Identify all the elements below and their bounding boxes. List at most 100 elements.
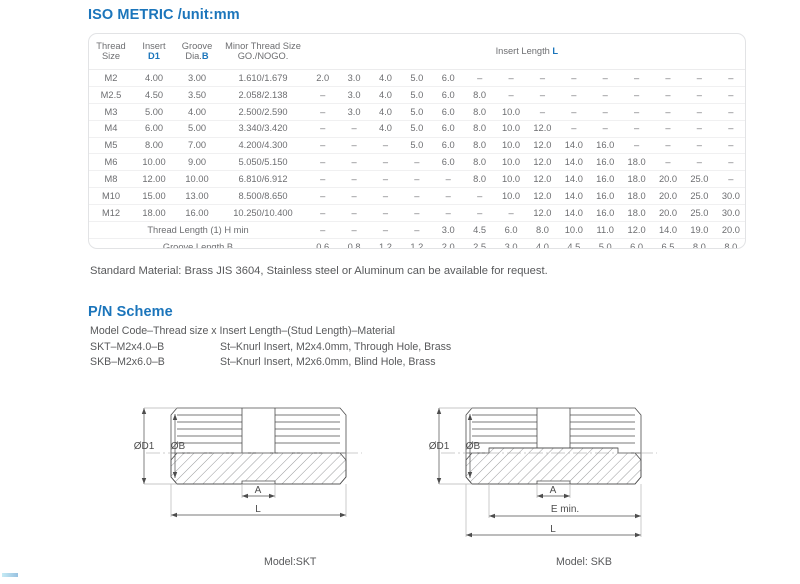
- header-row: Thread Size Insert D1 Groove Dia.B Minor…: [89, 34, 745, 70]
- cell-insert-length-11: –: [620, 86, 653, 104]
- dimension-label-ob: ØB: [171, 441, 186, 452]
- technical-drawing-skt: ØD1 ØB A L: [134, 407, 362, 518]
- cell-groove-dia-b: 7.00: [175, 137, 219, 155]
- cell-groove-dia-b: 3.50: [175, 86, 219, 104]
- standard-material-note: Standard Material: Brass JIS 3604, Stain…: [90, 265, 548, 277]
- summary-row-label: Groove Length B: [162, 241, 234, 249]
- col-header-minor-thread-size: Minor Thread Size GO./NOGO.: [219, 34, 307, 70]
- table-row: M2.5 4.50 3.50 2.058/2.138–3.0 4.0 5.0 6.0 8.0–…: [89, 86, 745, 104]
- summary-cell-2: 0.8: [347, 241, 361, 249]
- cell-insert-length-9: –: [558, 120, 590, 138]
- cell-insert-length-4: 5.0: [401, 69, 433, 87]
- cell-groove-dia-b: 10.00: [175, 170, 219, 189]
- cell-insert-length-8: 12.0: [526, 153, 559, 172]
- page-title-iso-metric: ISO METRIC /unit:mm: [88, 7, 240, 23]
- cell-insert-length-3: 4.0: [369, 103, 402, 121]
- header-line-2a: Dia.: [185, 51, 202, 61]
- spec-table-body: M2 4.00 3.00 1.610/1.679 2.0 3.0 4.0 5.0 6.0– – – –…: [89, 69, 745, 249]
- cell-insert-length-5: 6.0: [432, 69, 464, 87]
- cell-insert-length-14: –: [715, 103, 745, 121]
- cell-insert-length-13: –: [683, 137, 716, 155]
- cell-insert-length-6: 8.0: [463, 170, 496, 189]
- cell-insert-length-11: 18.0: [620, 153, 653, 172]
- cell-insert-length-7: 10.0: [495, 170, 527, 189]
- cell-insert-length-5: 6.0: [432, 137, 464, 155]
- cell-insert-d1: 12.00: [133, 170, 175, 189]
- cell-insert-length-14: –: [715, 153, 745, 172]
- cell-insert-d1: 4.00: [133, 69, 175, 87]
- cell-thread-size: M2.5: [89, 86, 133, 104]
- cell-insert-length-2: 3.0: [338, 86, 370, 104]
- summary-cell-12: 6.5: [661, 241, 675, 249]
- cell-insert-length-4: 5.0: [401, 103, 433, 121]
- cell-insert-length-3: –: [369, 137, 402, 155]
- cell-insert-length-13: 25.0: [683, 204, 716, 223]
- cell-insert-length-13: –: [683, 69, 716, 87]
- cell-minor-thread-size: 1.610/1.679: [219, 69, 307, 87]
- table-row: M6 10.00 9.00 5.050/5.150– – – –6.0 8.0 10.0 12.0…: [89, 153, 745, 172]
- model-label-skb: Model: SKB: [556, 556, 612, 568]
- dimension-label-ob: ØB: [466, 441, 481, 452]
- cell-insert-length-3: –: [369, 187, 402, 206]
- cell-insert-length-14: 30.0: [715, 204, 745, 223]
- cell-thread-size: M3: [89, 103, 133, 121]
- cell-insert-length-4: –: [401, 187, 433, 206]
- cell-insert-length-3: 4.0: [369, 86, 402, 104]
- cell-insert-length-5: –: [432, 187, 464, 206]
- cell-insert-length-9: 14.0: [558, 170, 590, 189]
- cell-minor-thread-size: 2.500/2.590: [219, 103, 307, 121]
- header-line-1: Thread: [96, 40, 126, 51]
- summary-cell-5: 3.0: [432, 221, 464, 239]
- cell-insert-length-13: –: [683, 103, 716, 121]
- summary-cell-8: 8.0: [526, 221, 559, 239]
- cell-insert-length-2: –: [338, 153, 370, 172]
- cell-thread-size: M10: [89, 187, 133, 206]
- cell-insert-length-1: –: [307, 204, 339, 223]
- cell-insert-length-9: 14.0: [558, 204, 590, 223]
- dimension-label-e-min: E min.: [551, 504, 579, 515]
- cell-insert-length-12: –: [652, 103, 684, 121]
- cell-insert-d1: 10.00: [133, 153, 175, 172]
- summary-cell-10: 11.0: [589, 221, 621, 239]
- cell-insert-length-1: –: [307, 187, 339, 206]
- table-summary-row: Thread Length (1) H min – – – –3.0 4.5 6.0 8.0 1…: [89, 221, 745, 239]
- cell-insert-length-9: 14.0: [558, 153, 590, 172]
- cell-groove-dia-b: 16.00: [175, 204, 219, 223]
- cell-insert-length-10: 16.0: [589, 170, 621, 189]
- cell-insert-length-5: 6.0: [432, 120, 464, 138]
- dimension-label-od1: ØD1: [134, 441, 155, 452]
- spec-sheet-page: ISO METRIC /unit:mm Thread Size Insert D…: [0, 0, 800, 584]
- summary-cell-4: –: [401, 221, 433, 239]
- col-header-insert-d1: Insert D1: [133, 34, 175, 70]
- cell-insert-length-7: 10.0: [495, 137, 527, 155]
- spec-table: Thread Size Insert D1 Groove Dia.B Minor…: [89, 34, 745, 249]
- pn-example-code: SKT–M2x4.0–B: [90, 341, 165, 353]
- header-line-2: D1: [148, 51, 160, 61]
- cell-insert-length-7: 10.0: [495, 153, 527, 172]
- cell-insert-length-2: –: [338, 120, 370, 138]
- cell-insert-length-13: –: [683, 120, 716, 138]
- col-header-groove-dia-b: Groove Dia.B: [175, 34, 219, 70]
- cell-insert-length-10: 16.0: [589, 137, 621, 155]
- cell-insert-length-6: 8.0: [463, 86, 496, 104]
- dimension-label-a: A: [550, 485, 557, 496]
- cell-insert-length-9: –: [558, 69, 590, 87]
- summary-cell-5: 2.0: [441, 241, 455, 249]
- cell-insert-length-14: –: [715, 69, 745, 87]
- cell-insert-length-13: 25.0: [683, 170, 716, 189]
- dimension-label-od1: ØD1: [429, 441, 450, 452]
- cell-insert-length-7: 10.0: [495, 187, 527, 206]
- cell-thread-size: M4: [89, 120, 133, 138]
- dimension-label-l: L: [255, 504, 261, 515]
- technical-drawing-skb: ØD1 ØB A E min. L: [429, 407, 657, 538]
- cell-insert-length-7: –: [495, 69, 527, 87]
- summary-cell-11: 12.0: [620, 221, 653, 239]
- cell-insert-length-10: 16.0: [589, 153, 621, 172]
- cell-insert-length-1: –: [307, 137, 339, 155]
- cell-insert-length-9: –: [558, 86, 590, 104]
- cell-minor-thread-size: 6.810/6.912: [219, 170, 307, 189]
- cell-insert-length-1: –: [307, 120, 339, 138]
- dimension-label-a: A: [255, 485, 262, 496]
- cell-insert-length-5: –: [432, 170, 464, 189]
- cell-insert-length-13: 25.0: [683, 187, 716, 206]
